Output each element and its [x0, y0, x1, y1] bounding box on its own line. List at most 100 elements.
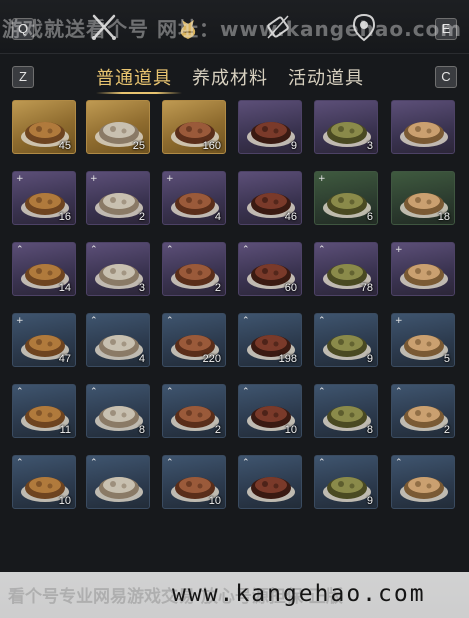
stir-fry-icon: [321, 178, 373, 220]
item-count: 9: [366, 353, 373, 365]
item-count: 18: [437, 211, 450, 223]
inventory-slot[interactable]: 160: [162, 100, 226, 154]
inventory-slot[interactable]: ⌃: [238, 455, 302, 509]
item-count: 160: [202, 140, 221, 152]
meat-bowl-icon: [398, 107, 450, 149]
inventory-slot[interactable]: +47: [12, 313, 76, 367]
upgrade-arrow-icon: ⌃: [90, 387, 98, 397]
inventory-slot[interactable]: ⌃ 2: [162, 242, 226, 296]
inventory-slot[interactable]: ⌃: [391, 455, 455, 509]
inventory-slot[interactable]: ⌃ 60: [238, 242, 302, 296]
inventory-slot[interactable]: +4: [162, 171, 226, 225]
item-count: 9: [366, 495, 373, 507]
upgrade-arrow-icon: ⌃: [242, 245, 250, 255]
item-count: 45: [58, 140, 71, 152]
buff-plus-icon: +: [16, 174, 24, 184]
inventory-grid: 45 25 160 9 3 +16 +2 +4 46 +6 18 ⌃ 14 ⌃ 3 ⌃ 2 ⌃ 60 ⌃ 78 + +47 ⌃…: [0, 100, 469, 570]
inventory-slot[interactable]: +5: [391, 313, 455, 367]
leaf-soup-icon: [245, 462, 297, 504]
item-count: 9: [290, 140, 297, 152]
noodle-bowl-icon: [169, 249, 221, 291]
buff-plus-icon: +: [395, 245, 403, 255]
soup-bowl-icon: [321, 391, 373, 433]
item-count: 14: [58, 282, 71, 294]
inventory-slot[interactable]: 46: [238, 171, 302, 225]
inventory-slot[interactable]: ⌃ 10: [162, 455, 226, 509]
upgrade-arrow-icon: ⌃: [16, 387, 24, 397]
inventory-slot[interactable]: ⌃ 3: [86, 242, 150, 296]
inventory-slot[interactable]: 9: [238, 100, 302, 154]
tab-growth-materials[interactable]: 养成材料: [192, 64, 268, 90]
inventory-slot[interactable]: 25: [86, 100, 150, 154]
item-count: 16: [58, 211, 71, 223]
inventory-slot[interactable]: ⌃ 9: [314, 455, 378, 509]
item-count: 2: [214, 424, 221, 436]
upgrade-arrow-icon: ⌃: [166, 458, 174, 468]
egg-soup-icon: [398, 320, 450, 362]
inventory-slot[interactable]: 3: [314, 100, 378, 154]
buff-plus-icon: +: [395, 316, 403, 326]
inventory-slot[interactable]: ⌃ 10: [238, 384, 302, 438]
watermark-top: 游戏就送看个号 网址：www.kangehao.com: [2, 17, 463, 41]
herb-plate-icon: [321, 462, 373, 504]
inventory-slot[interactable]: ⌃ 9: [314, 313, 378, 367]
buff-plus-icon: +: [318, 174, 326, 184]
inventory-slot[interactable]: ⌃ 11: [12, 384, 76, 438]
steamed-buns-icon: [93, 178, 145, 220]
tab-normal-items[interactable]: 普通道具: [96, 64, 172, 90]
inventory-slot[interactable]: [391, 100, 455, 154]
item-count: 11: [59, 424, 71, 436]
buff-plus-icon: +: [90, 174, 98, 184]
inventory-slot[interactable]: ⌃ 8: [314, 384, 378, 438]
inventory-slot[interactable]: ⌃ 4: [86, 313, 150, 367]
chili-stew-icon: [398, 391, 450, 433]
upgrade-arrow-icon: ⌃: [395, 387, 403, 397]
prev-tab-key[interactable]: Z: [12, 66, 34, 88]
active-tab-indicator: [96, 92, 182, 94]
inventory-slot[interactable]: ⌃ 2: [391, 384, 455, 438]
item-count: 6: [366, 211, 373, 223]
inventory-slot[interactable]: ⌃ 2: [162, 384, 226, 438]
upgrade-arrow-icon: ⌃: [16, 458, 24, 468]
item-count: 8: [366, 424, 373, 436]
inventory-slot[interactable]: ⌃ 8: [86, 384, 150, 438]
upgrade-arrow-icon: ⌃: [242, 387, 250, 397]
red-braised-pork-icon: [93, 249, 145, 291]
item-count: 60: [284, 282, 297, 294]
lotus-root-icon: [398, 249, 450, 291]
item-count: 198: [278, 353, 297, 365]
jade-ore-icon: [245, 107, 297, 149]
item-count: 2: [138, 211, 145, 223]
tab-event-items[interactable]: 活动道具: [288, 64, 364, 90]
item-count: 5: [443, 353, 450, 365]
item-count: 8: [138, 424, 145, 436]
top-bar: Q E 游戏就送看个号 网址：www.kangehao.com: [0, 0, 469, 54]
upgrade-arrow-icon: ⌃: [318, 387, 326, 397]
inventory-slot[interactable]: 18: [391, 171, 455, 225]
inventory-slot[interactable]: 45: [12, 100, 76, 154]
buff-plus-icon: +: [16, 316, 24, 326]
item-count: 4: [138, 353, 145, 365]
inventory-slot[interactable]: +: [391, 242, 455, 296]
inventory-slot[interactable]: +6: [314, 171, 378, 225]
inventory-slot[interactable]: ⌃ 10: [12, 455, 76, 509]
upgrade-arrow-icon: ⌃: [16, 245, 24, 255]
item-count: 220: [202, 353, 221, 365]
sliced-meat-icon: [321, 320, 373, 362]
inventory-slot[interactable]: ⌃ 78: [314, 242, 378, 296]
inventory-slot[interactable]: ⌃ 220: [162, 313, 226, 367]
inventory-slot[interactable]: ⌃ 198: [238, 313, 302, 367]
item-count: 46: [284, 211, 297, 223]
upgrade-arrow-icon: ⌃: [395, 458, 403, 468]
upgrade-arrow-icon: ⌃: [166, 316, 174, 326]
upgrade-arrow-icon: ⌃: [318, 458, 326, 468]
next-tab-key[interactable]: C: [435, 66, 457, 88]
upgrade-arrow-icon: ⌃: [90, 245, 98, 255]
inventory-slot[interactable]: +2: [86, 171, 150, 225]
inventory-slot[interactable]: ⌃: [86, 455, 150, 509]
upgrade-arrow-icon: ⌃: [90, 458, 98, 468]
inventory-slot[interactable]: ⌃ 14: [12, 242, 76, 296]
meat-stew-bowl-icon: [169, 178, 221, 220]
inventory-slot[interactable]: +16: [12, 171, 76, 225]
spring-rolls-icon: [93, 320, 145, 362]
